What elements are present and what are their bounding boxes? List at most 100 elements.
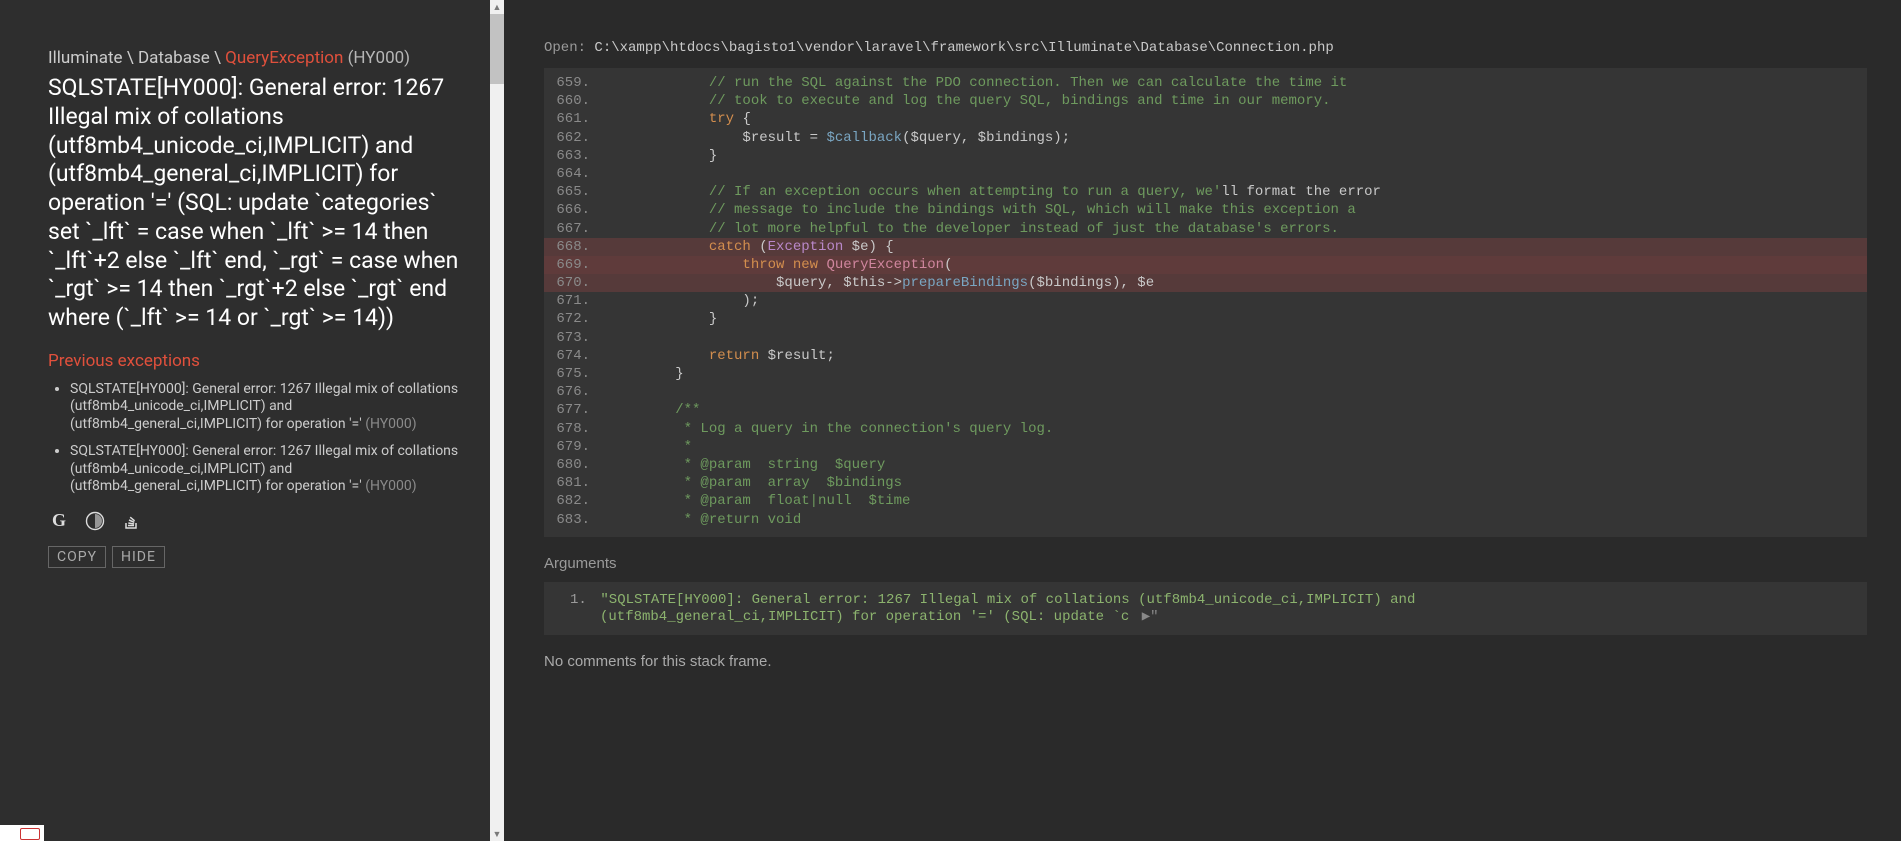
scrollbar-thumb[interactable]: [490, 14, 504, 84]
line-number: 676.: [544, 383, 608, 401]
code-text: * @param float|null $time: [608, 492, 1867, 510]
line-number: 665.: [544, 183, 608, 201]
arguments-heading: Arguments: [544, 555, 1867, 572]
code-text: // If an exception occurs when attemptin…: [608, 183, 1867, 201]
arguments-block: 1. "SQLSTATE[HY000]: General error: 1267…: [544, 582, 1867, 635]
no-comments-label: No comments for this stack frame.: [544, 653, 1867, 670]
breadcrumb-exception: QueryException: [225, 48, 343, 68]
gmail-corner-icon[interactable]: [0, 825, 44, 841]
code-text: [608, 329, 1867, 347]
line-number: 667.: [544, 220, 608, 238]
line-number: 678.: [544, 420, 608, 438]
code-line: 683. * @return void: [544, 511, 1867, 529]
code-text: * Log a query in the connection's query …: [608, 420, 1867, 438]
code-line: 675. }: [544, 365, 1867, 383]
code-line: 681. * @param array $bindings: [544, 474, 1867, 492]
sidebar: Illuminate \ Database \ QueryException (…: [0, 0, 490, 841]
line-number: 680.: [544, 456, 608, 474]
code-line: 672. }: [544, 310, 1867, 328]
code-text: * @param string $query: [608, 456, 1867, 474]
argument-index: 1.: [570, 592, 592, 608]
breadcrumb-ns1: Illuminate: [48, 48, 123, 68]
code-line: 660. // took to execute and log the quer…: [544, 92, 1867, 110]
code-text: $query, $this->prepareBindings($bindings…: [608, 274, 1867, 292]
code-line: 666. // message to include the bindings …: [544, 201, 1867, 219]
code-text: return $result;: [608, 347, 1867, 365]
previous-exceptions-list: SQLSTATE[HY000]: General error: 1267 Ill…: [48, 381, 460, 496]
file-path[interactable]: C:\xampp\htdocs\bagisto1\vendor\laravel\…: [594, 40, 1333, 56]
line-number: 661.: [544, 110, 608, 128]
line-number: 677.: [544, 401, 608, 419]
code-text: *: [608, 438, 1867, 456]
previous-exceptions-heading: Previous exceptions: [48, 351, 460, 371]
argument-value-line1: "SQLSTATE[HY000]: General error: 1267 Il…: [600, 592, 1415, 608]
code-line: 677. /**: [544, 401, 1867, 419]
expand-argument-icon[interactable]: ▶": [1133, 609, 1158, 625]
code-line: 682. * @param float|null $time: [544, 492, 1867, 510]
line-number: 663.: [544, 147, 608, 165]
scroll-arrow-up-icon[interactable]: ▲: [490, 0, 504, 14]
open-label: Open:: [544, 40, 586, 56]
scroll-arrow-down-icon[interactable]: ▼: [490, 827, 504, 841]
line-number: 671.: [544, 292, 608, 310]
duckduckgo-icon[interactable]: [84, 510, 106, 532]
code-text: /**: [608, 401, 1867, 419]
code-line: 659. // run the SQL against the PDO conn…: [544, 74, 1867, 92]
stackoverflow-icon[interactable]: [120, 510, 142, 532]
line-number: 674.: [544, 347, 608, 365]
argument-value-line2: (utf8mb4_general_ci,IMPLICIT) for operat…: [600, 609, 1129, 625]
breadcrumb-error-code: (HY000): [348, 48, 411, 68]
code-text: }: [608, 147, 1867, 165]
list-item[interactable]: SQLSTATE[HY000]: General error: 1267 Ill…: [70, 443, 460, 496]
line-number: 659.: [544, 74, 608, 92]
code-line: 667. // lot more helpful to the develope…: [544, 220, 1867, 238]
code-text: // run the SQL against the PDO connectio…: [608, 74, 1867, 92]
exception-breadcrumb: Illuminate \ Database \ QueryException (…: [48, 48, 460, 68]
hide-button[interactable]: HIDE: [112, 546, 165, 568]
list-item[interactable]: SQLSTATE[HY000]: General error: 1267 Ill…: [70, 381, 460, 434]
code-line: 662. $result = $callback($query, $bindin…: [544, 129, 1867, 147]
code-text: * @param array $bindings: [608, 474, 1867, 492]
line-number: 673.: [544, 329, 608, 347]
code-text: }: [608, 365, 1867, 383]
breadcrumb-ns2: Database: [138, 48, 210, 68]
code-line: 668. catch (Exception $e) {: [544, 238, 1867, 256]
code-text: // message to include the bindings with …: [608, 201, 1867, 219]
code-text: // took to execute and log the query SQL…: [608, 92, 1867, 110]
code-text: try {: [608, 110, 1867, 128]
line-number: 668.: [544, 238, 608, 256]
previous-exception-code: (HY000): [365, 478, 416, 494]
code-line: 679. *: [544, 438, 1867, 456]
source-code-block: 659. // run the SQL against the PDO conn…: [544, 68, 1867, 537]
code-text: [608, 383, 1867, 401]
code-text: catch (Exception $e) {: [608, 238, 1867, 256]
copy-button[interactable]: COPY: [48, 546, 106, 568]
search-icon-row: G: [48, 510, 460, 532]
line-number: 683.: [544, 511, 608, 529]
code-text: * @return void: [608, 511, 1867, 529]
line-number: 675.: [544, 365, 608, 383]
line-number: 660.: [544, 92, 608, 110]
line-number: 666.: [544, 201, 608, 219]
main-panel: Open: C:\xampp\htdocs\bagisto1\vendor\la…: [490, 0, 1901, 841]
code-line: 664.: [544, 165, 1867, 183]
code-text: [608, 165, 1867, 183]
sidebar-scrollbar[interactable]: ▲ ▼: [490, 0, 504, 841]
code-line: 678. * Log a query in the connection's q…: [544, 420, 1867, 438]
code-line: 665. // If an exception occurs when atte…: [544, 183, 1867, 201]
line-number: 682.: [544, 492, 608, 510]
code-text: // lot more helpful to the developer ins…: [608, 220, 1867, 238]
code-line: 661. try {: [544, 110, 1867, 128]
line-number: 679.: [544, 438, 608, 456]
line-number: 672.: [544, 310, 608, 328]
code-text: throw new QueryException(: [608, 256, 1867, 274]
exception-message: SQLSTATE[HY000]: General error: 1267 Ill…: [48, 74, 460, 333]
code-line: 671. );: [544, 292, 1867, 310]
code-line: 663. }: [544, 147, 1867, 165]
line-number: 669.: [544, 256, 608, 274]
google-icon[interactable]: G: [48, 510, 70, 532]
code-text: }: [608, 310, 1867, 328]
line-number: 670.: [544, 274, 608, 292]
code-line: 676.: [544, 383, 1867, 401]
previous-exception-code: (HY000): [365, 416, 416, 432]
